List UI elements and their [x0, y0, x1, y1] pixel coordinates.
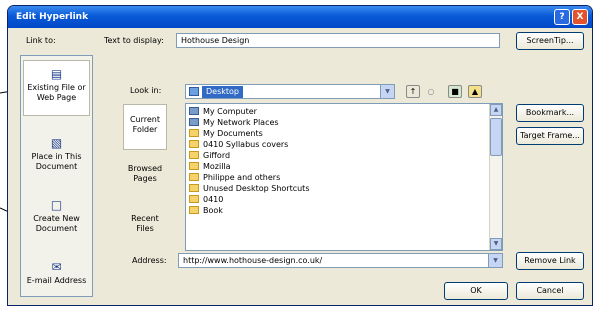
list-item[interactable]: My Documents: [189, 128, 263, 139]
list-item[interactable]: 0410 Syllabus covers: [189, 139, 288, 150]
target-frame-button[interactable]: Target Frame...: [516, 127, 584, 145]
folder-icon: [189, 173, 199, 181]
folder-icon: [189, 140, 199, 148]
chevron-down-icon[interactable]: ▼: [380, 85, 394, 98]
link-to-existing-file-label: Existing File or Web Page: [27, 83, 86, 102]
folder-icon: [189, 151, 199, 159]
folder-icon[interactable]: ■: [448, 85, 462, 98]
screenshot-stage: Edit Hyperlink ? X Link to: Text to disp…: [0, 0, 596, 310]
link-to-email-address[interactable]: ✉ E-mail Address: [23, 256, 90, 292]
cancel-button[interactable]: Cancel: [516, 282, 584, 300]
scrollbar-thumb[interactable]: [490, 118, 502, 156]
close-button[interactable]: X: [572, 9, 588, 25]
list-item[interactable]: My Network Places: [189, 117, 279, 128]
look-in-label: Look in:: [130, 86, 162, 95]
scroll-up-icon[interactable]: ▲: [490, 104, 502, 116]
computer-icon: [189, 107, 199, 115]
folder-icon: [189, 162, 199, 170]
link-to-label: Link to:: [26, 36, 56, 45]
link-to-existing-file[interactable]: ▤ Existing File or Web Page: [23, 60, 90, 116]
list-item-label: 0410: [203, 195, 224, 204]
web-page-icon: ▤: [50, 67, 63, 81]
address-input[interactable]: http://www.hothouse-design.co.uk/ ▼: [178, 253, 503, 268]
list-item-label: 0410 Syllabus covers: [203, 140, 289, 149]
file-list-scrollbar[interactable]: ▲ ▼: [489, 104, 502, 250]
list-item-label: Unused Desktop Shortcuts: [203, 184, 310, 193]
address-label: Address:: [132, 256, 167, 265]
title-bar-buttons: ? X: [554, 9, 588, 25]
list-item[interactable]: Unused Desktop Shortcuts: [189, 183, 309, 194]
look-in-dropdown[interactable]: Desktop ▼: [185, 84, 395, 99]
dialog-title: Edit Hyperlink: [16, 12, 89, 22]
list-item-label: Philippe and others: [203, 173, 281, 182]
scroll-down-icon[interactable]: ▼: [490, 238, 502, 250]
link-to-create-new-document[interactable]: □ Create New Document: [23, 194, 90, 242]
list-item-label: My Network Places: [203, 118, 279, 127]
search-web-icon[interactable]: ○: [424, 85, 438, 98]
new-document-icon: □: [50, 198, 63, 212]
help-button[interactable]: ?: [554, 9, 570, 25]
browsed-pages-tab[interactable]: Browsed Pages: [123, 154, 167, 200]
list-item[interactable]: My Computer: [189, 106, 257, 117]
email-icon: ✉: [51, 260, 62, 274]
browse-sidebar: Current Folder Browsed Pages Recent File…: [123, 104, 168, 254]
list-item-label: My Documents: [203, 129, 263, 138]
document-place-icon: ▧: [50, 136, 63, 150]
up-folder-icon[interactable]: ↑: [406, 85, 420, 98]
remove-link-button[interactable]: Remove Link: [516, 252, 584, 270]
list-item-label: Mozilla: [203, 162, 231, 171]
folder-icon: [189, 206, 199, 214]
list-item-label: Gifford: [203, 151, 231, 160]
ok-button[interactable]: OK: [444, 282, 508, 300]
folder-icon: [189, 184, 199, 192]
list-item-label: My Computer: [203, 107, 257, 116]
open-folder-icon[interactable]: ▲: [468, 85, 482, 98]
link-to-new-document-label: Create New Document: [33, 214, 80, 233]
recent-files-tab[interactable]: Recent Files: [123, 204, 167, 250]
list-item-label: Book: [203, 206, 223, 215]
list-item[interactable]: Philippe and others: [189, 172, 280, 183]
list-item[interactable]: Book: [189, 205, 223, 216]
dialog-title-bar[interactable]: Edit Hyperlink ? X: [8, 6, 592, 28]
current-folder-tab[interactable]: Current Folder: [123, 104, 167, 150]
link-to-place-in-document[interactable]: ▧ Place in This Document: [23, 132, 90, 180]
list-item[interactable]: Gifford: [189, 150, 230, 161]
list-item[interactable]: Mozilla: [189, 161, 231, 172]
chevron-down-icon[interactable]: ▼: [488, 254, 502, 267]
folder-icon: [189, 129, 199, 137]
link-to-place-label: Place in This Document: [31, 152, 82, 171]
text-to-display-label: Text to display:: [104, 36, 164, 45]
folder-icon: [189, 195, 199, 203]
look-in-value: Desktop: [202, 86, 243, 98]
link-to-pane: ▤ Existing File or Web Page ▧ Place in T…: [20, 55, 93, 297]
address-value: http://www.hothouse-design.co.uk/: [183, 256, 323, 265]
network-icon: [189, 118, 199, 126]
link-to-email-label: E-mail Address: [26, 276, 87, 285]
screentip-button[interactable]: ScreenTip...: [516, 32, 584, 50]
edit-hyperlink-dialog: Edit Hyperlink ? X Link to: Text to disp…: [7, 5, 593, 306]
list-item[interactable]: 0410: [189, 194, 223, 205]
desktop-icon: [189, 87, 199, 96]
bookmark-button[interactable]: Bookmark...: [516, 104, 584, 122]
text-to-display-input[interactable]: Hothouse Design: [176, 33, 500, 48]
file-list[interactable]: My Computer My Network Places My Documen…: [185, 103, 503, 251]
